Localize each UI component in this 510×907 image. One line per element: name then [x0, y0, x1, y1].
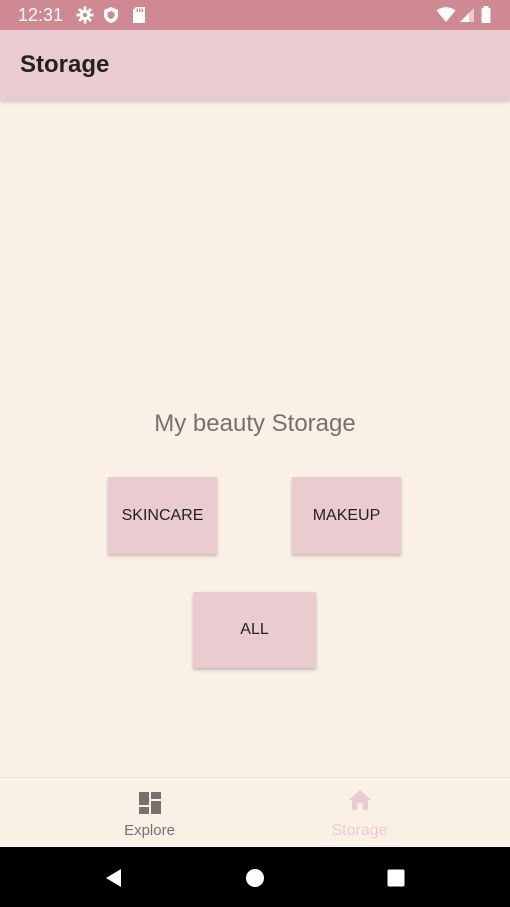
system-nav-bar — [0, 847, 510, 907]
nav-item-storage[interactable]: Storage — [232, 778, 487, 848]
sd-card-icon — [130, 6, 148, 24]
gear-icon — [76, 6, 94, 24]
storage-heading: My beauty Storage — [154, 410, 356, 437]
wifi-icon — [436, 6, 456, 24]
shield-icon — [102, 6, 120, 24]
status-time: 12:31 — [18, 5, 64, 25]
signal-icon — [458, 6, 476, 24]
skincare-button[interactable]: SKINCARE — [108, 477, 217, 554]
main-content: My beauty Storage SKINCARE MAKEUP ALL — [0, 100, 510, 777]
all-button[interactable]: ALL — [193, 592, 316, 668]
battery-icon — [480, 6, 492, 24]
home-circle-icon[interactable] — [244, 867, 266, 889]
home-icon — [348, 788, 372, 812]
nav-label-storage: Storage — [331, 822, 388, 839]
makeup-button[interactable]: MAKEUP — [292, 477, 401, 554]
back-icon[interactable] — [103, 867, 125, 889]
dashboard-icon — [138, 791, 162, 815]
recents-icon[interactable] — [385, 867, 407, 889]
bottom-nav: Explore Storage — [0, 777, 510, 847]
page-title: Storage — [20, 51, 110, 78]
app-bar: Storage — [0, 30, 510, 100]
status-bar: 12:31 — [0, 0, 510, 30]
